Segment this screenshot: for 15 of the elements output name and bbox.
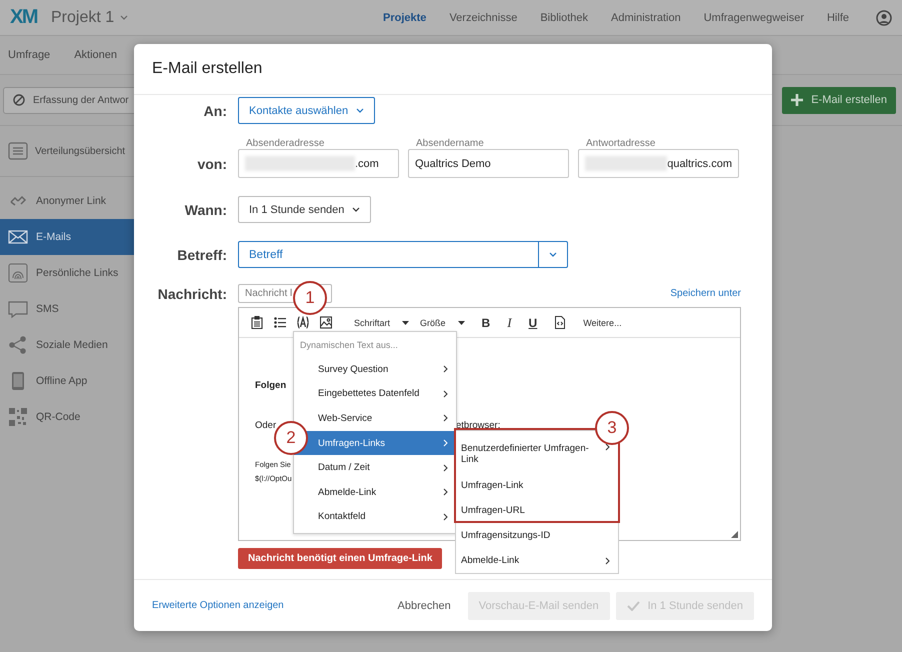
field-label: An: <box>202 102 227 118</box>
dialog-title: E-Mail erstellen <box>152 60 262 78</box>
field-label: Nachricht: <box>156 286 227 302</box>
message-text: Folgen <box>255 380 286 393</box>
menu-header: Dynamischen Text aus... <box>299 338 399 352</box>
step-marker: 3 <box>595 411 629 445</box>
field-label: von: <box>196 156 227 174</box>
error-badge: Nachricht benötigt einen Umfrage-Link <box>238 548 442 569</box>
message-text: Oder <box>255 420 276 433</box>
field-label: Wann: <box>184 202 227 218</box>
step-marker: 1 <box>293 281 327 315</box>
field-caption: Absenderadresse <box>246 138 326 149</box>
field-caption: Absendername <box>416 138 485 149</box>
message-text: etbrowser: <box>456 420 500 433</box>
field-caption: Antwortadresse <box>586 138 656 149</box>
